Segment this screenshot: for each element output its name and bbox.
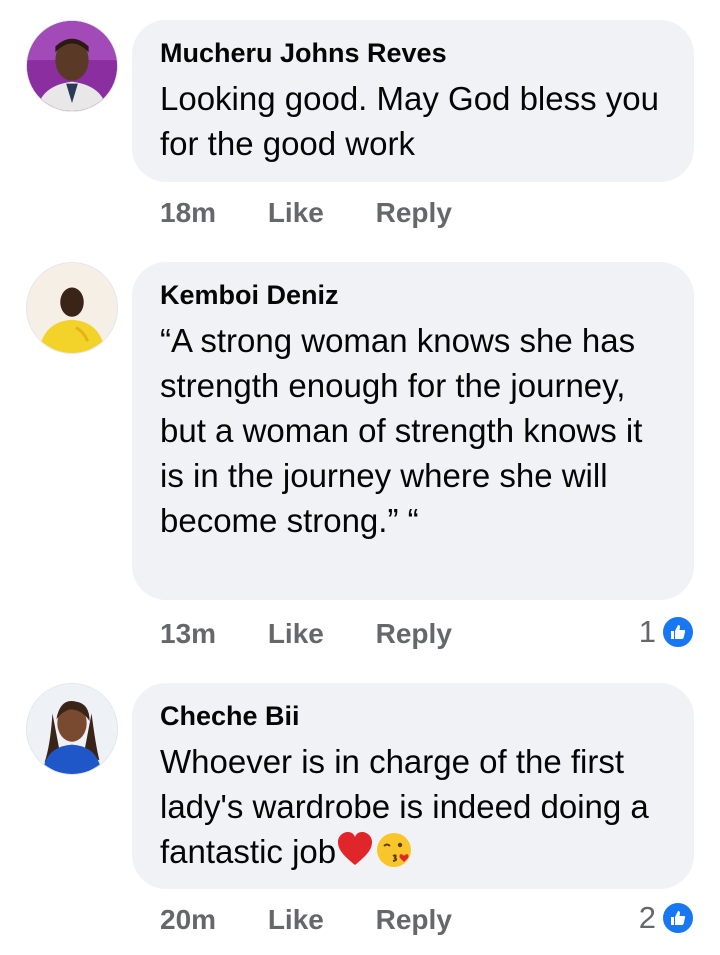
comment-timestamp[interactable]: 13m: [160, 618, 216, 649]
comment-text: “A strong woman knows she has strength e…: [160, 322, 643, 539]
avatar-photo-icon: [27, 263, 117, 353]
comment-bubble: Kemboi Deniz “A strong woman knows she h…: [132, 262, 694, 600]
like-reaction-icon: [660, 614, 696, 650]
heart-emoji-icon: [336, 831, 374, 878]
reply-button[interactable]: Reply: [376, 197, 452, 228]
comment-author[interactable]: Mucheru Johns Reves: [160, 36, 666, 70]
comment-bubble: Mucheru Johns Reves Looking good. May Go…: [132, 20, 694, 182]
like-button[interactable]: Like: [268, 618, 324, 649]
avatar[interactable]: [26, 262, 118, 354]
comment-author[interactable]: Cheche Bii: [160, 699, 666, 733]
kissing-face-emoji-icon: [374, 829, 414, 880]
reply-button[interactable]: Reply: [376, 904, 452, 935]
avatar-photo-icon: [27, 684, 117, 774]
reaction-summary[interactable]: 1: [639, 614, 696, 650]
like-reaction-icon: [660, 900, 696, 936]
comment-actions: 18m Like Reply: [160, 197, 496, 229]
comment-author[interactable]: Kemboi Deniz: [160, 278, 666, 312]
comment-timestamp[interactable]: 20m: [160, 904, 216, 935]
comment-bubble: Cheche Bii Whoever is in charge of the f…: [132, 683, 694, 889]
comment-actions: 20m Like Reply: [160, 904, 496, 936]
comment-text: Looking good. May God bless you for the …: [160, 80, 659, 162]
reaction-summary[interactable]: 2: [639, 900, 696, 936]
reaction-count: 1: [638, 614, 656, 649]
reaction-count: 2: [638, 900, 656, 935]
avatar-photo-icon: [27, 21, 117, 111]
comment-text: Whoever is in charge of the first lady's…: [160, 739, 660, 880]
avatar[interactable]: [26, 20, 118, 112]
reply-button[interactable]: Reply: [376, 618, 452, 649]
comment-actions: 13m Like Reply: [160, 618, 496, 650]
like-button[interactable]: Like: [268, 904, 324, 935]
like-button[interactable]: Like: [268, 197, 324, 228]
avatar[interactable]: [26, 683, 118, 775]
comment-timestamp[interactable]: 18m: [160, 197, 216, 228]
